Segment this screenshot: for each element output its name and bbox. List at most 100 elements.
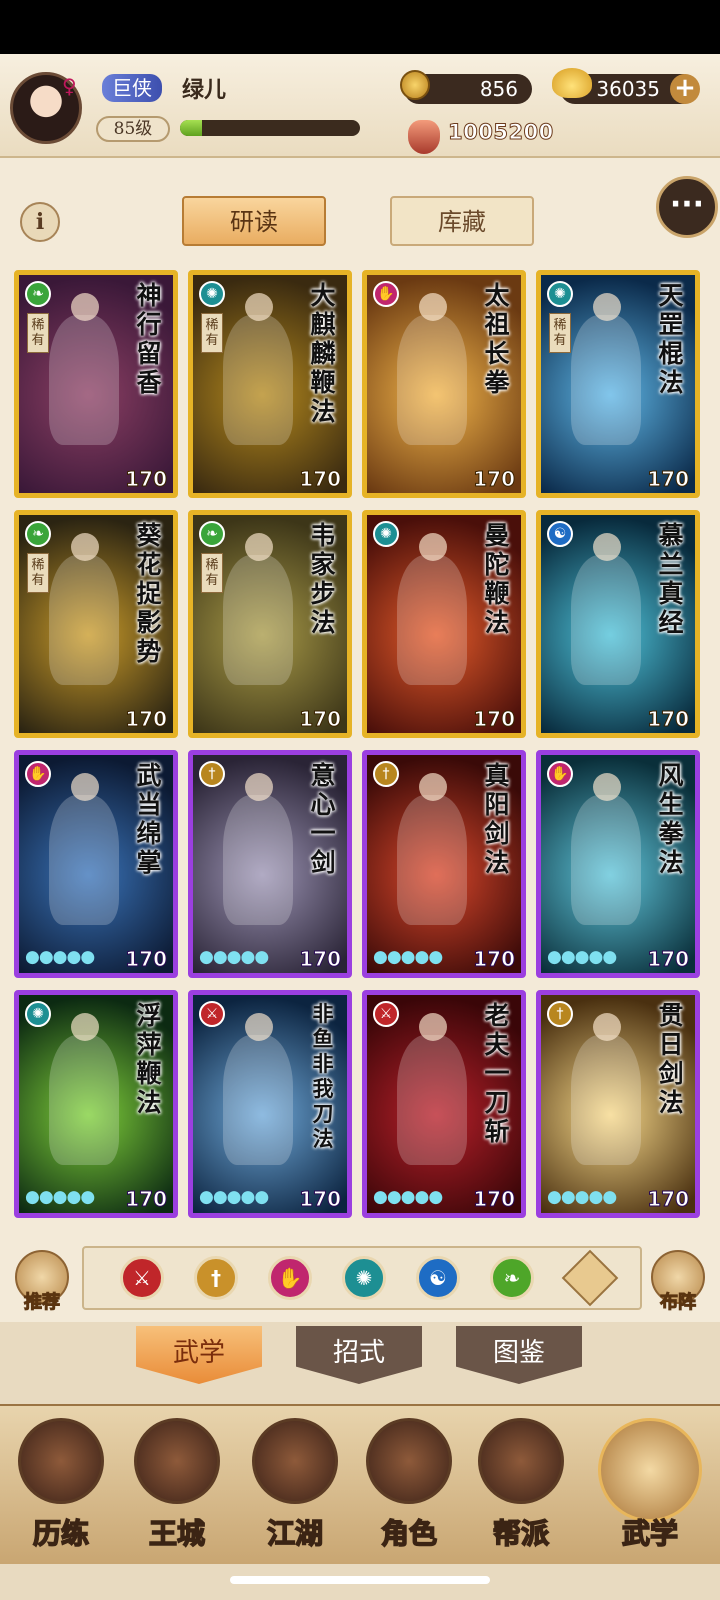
sect-icon: ☯ bbox=[547, 521, 573, 547]
star-rating-icon: ●●●●● bbox=[373, 1187, 443, 1207]
card-character-figure bbox=[49, 293, 119, 445]
nav-label: 江湖 bbox=[266, 1516, 324, 1551]
rare-tag: 稀有 bbox=[27, 313, 49, 353]
skill-card[interactable]: ⚔ 非鱼非我刀法 ●●●●● 170 bbox=[188, 990, 352, 1218]
tab-study[interactable]: 研读 bbox=[182, 196, 326, 246]
nav-jianghu[interactable]: 江湖 bbox=[240, 1418, 350, 1558]
jianghu-icon bbox=[252, 1418, 338, 1504]
card-level: 170 bbox=[125, 707, 168, 732]
sect-icon: ✋ bbox=[547, 761, 573, 787]
power-icon bbox=[408, 120, 440, 154]
star-rating-icon: ●●●●● bbox=[547, 1187, 617, 1207]
card-level: 170 bbox=[473, 707, 516, 732]
rare-tag: 稀有 bbox=[201, 553, 223, 593]
rare-tag: 稀有 bbox=[27, 553, 49, 593]
card-level: 170 bbox=[473, 1187, 516, 1212]
player-level: 85级 bbox=[96, 116, 170, 142]
skill-card[interactable]: † 意心一剑 ●●●●● 170 bbox=[188, 750, 352, 978]
skill-card[interactable]: ✋ 武当绵掌 ●●●●● 170 bbox=[14, 750, 178, 978]
fan-sect-icon[interactable]: ✺ bbox=[342, 1256, 386, 1300]
rank-badge: 巨侠 bbox=[102, 74, 162, 102]
sect-icon: ⚔ bbox=[199, 1001, 225, 1027]
card-level: 170 bbox=[647, 947, 690, 972]
skill-card[interactable]: † 真阳剑法 ●●●●● 170 bbox=[362, 750, 526, 978]
combat-power: 1005200 bbox=[448, 120, 554, 145]
recommend-button[interactable]: 推荐 bbox=[12, 1250, 72, 1320]
fist-sect-icon[interactable]: ✋ bbox=[268, 1256, 312, 1300]
nav-label: 帮派 bbox=[492, 1516, 550, 1551]
nav-training[interactable]: 历练 bbox=[6, 1418, 116, 1558]
player-header: ♀ 巨侠 绿儿 85级 856 36035 + 1005200 bbox=[0, 54, 720, 158]
sect-icon: ❧ bbox=[199, 521, 225, 547]
card-level: 170 bbox=[125, 947, 168, 972]
blade-sect-icon[interactable]: † bbox=[194, 1256, 238, 1300]
skill-card[interactable]: ✺ 浮萍鞭法 ●●●●● 170 bbox=[14, 990, 178, 1218]
card-name: 风生拳法 bbox=[658, 761, 684, 877]
card-character-figure bbox=[223, 1013, 293, 1165]
card-name: 曼陀鞭法 bbox=[484, 521, 510, 637]
scroll-icon bbox=[598, 1418, 702, 1522]
sect-icon: † bbox=[547, 1001, 573, 1027]
skill-card[interactable]: ❧ 稀有 神行留香 170 bbox=[14, 270, 178, 498]
card-name: 太祖长拳 bbox=[484, 281, 510, 397]
exp-fill bbox=[180, 120, 202, 136]
info-button[interactable]: i bbox=[20, 202, 60, 242]
skill-card[interactable]: ❧ 稀有 葵花捉影势 170 bbox=[14, 510, 178, 738]
chat-button[interactable]: ··· bbox=[656, 176, 718, 238]
taiji-sect-icon[interactable]: ☯ bbox=[416, 1256, 460, 1300]
card-level: 170 bbox=[299, 707, 342, 732]
card-level: 170 bbox=[125, 467, 168, 492]
star-rating-icon: ●●●●● bbox=[373, 947, 443, 967]
status-bar bbox=[0, 0, 720, 54]
tab-storage[interactable]: 库藏 bbox=[390, 196, 534, 246]
exp-bar bbox=[180, 120, 360, 136]
leg-sect-icon[interactable]: ❧ bbox=[490, 1256, 534, 1300]
card-name: 武当绵掌 bbox=[136, 761, 162, 877]
nav-label: 角色 bbox=[380, 1516, 438, 1551]
nav-guild[interactable]: 帮派 bbox=[466, 1418, 576, 1558]
card-name: 浮萍鞭法 bbox=[136, 1001, 162, 1117]
guild-icon bbox=[478, 1418, 564, 1504]
sword-sect-icon[interactable]: ⚔ bbox=[120, 1256, 164, 1300]
coin-icon bbox=[400, 70, 430, 100]
card-character-figure bbox=[397, 533, 467, 685]
card-character-figure bbox=[571, 773, 641, 925]
skill-card[interactable]: ⚔ 老夫一刀斩 ●●●●● 170 bbox=[362, 990, 526, 1218]
nav-label: 武学 bbox=[621, 1516, 679, 1551]
skill-card[interactable]: † 贯日剑法 ●●●●● 170 bbox=[536, 990, 700, 1218]
sect-icon: ❧ bbox=[25, 281, 51, 307]
card-level: 170 bbox=[299, 467, 342, 492]
formation-button[interactable]: 布阵 bbox=[648, 1250, 708, 1320]
formation-label: 布阵 bbox=[660, 1292, 697, 1314]
skill-card[interactable]: ✋ 风生拳法 ●●●●● 170 bbox=[536, 750, 700, 978]
skill-card[interactable]: ✺ 曼陀鞭法 170 bbox=[362, 510, 526, 738]
card-name: 神行留香 bbox=[136, 281, 162, 397]
card-name: 意心一剑 bbox=[310, 761, 336, 877]
nav-martial-arts[interactable]: 武学 bbox=[594, 1418, 706, 1558]
star-rating-icon: ●●●●● bbox=[199, 1187, 269, 1207]
skill-card[interactable]: ✺ 稀有 大麒麟鞭法 170 bbox=[188, 270, 352, 498]
star-rating-icon: ●●●●● bbox=[25, 1187, 95, 1207]
card-character-figure bbox=[571, 1013, 641, 1165]
home-indicator[interactable] bbox=[230, 1576, 490, 1584]
card-name: 真阳剑法 bbox=[484, 761, 510, 877]
sect-icon: ✺ bbox=[547, 281, 573, 307]
card-level: 170 bbox=[473, 467, 516, 492]
card-level: 170 bbox=[647, 707, 690, 732]
card-character-figure bbox=[397, 1013, 467, 1165]
card-name: 贯日剑法 bbox=[658, 1001, 684, 1117]
add-gold-button[interactable]: + bbox=[670, 74, 700, 104]
card-character-figure bbox=[223, 293, 293, 445]
sect-icon: ✺ bbox=[25, 1001, 51, 1027]
card-character-figure bbox=[49, 773, 119, 925]
card-level: 170 bbox=[125, 1187, 168, 1212]
nav-character[interactable]: 角色 bbox=[354, 1418, 464, 1558]
skill-card-grid: ❧ 稀有 神行留香 170 ✺ 稀有 大麒麟鞭法 170 ✋ 太祖长拳 170 ✺ 稀有 天罡棍法 170 ❧… bbox=[14, 270, 706, 1226]
skill-card[interactable]: ✋ 太祖长拳 170 bbox=[362, 270, 526, 498]
skill-card[interactable]: ✺ 稀有 天罡棍法 170 bbox=[536, 270, 700, 498]
card-character-figure bbox=[49, 1013, 119, 1165]
rare-tag: 稀有 bbox=[549, 313, 571, 353]
skill-card[interactable]: ☯ 慕兰真经 170 bbox=[536, 510, 700, 738]
nav-royal-city[interactable]: 王城 bbox=[122, 1418, 232, 1558]
skill-card[interactable]: ❧ 稀有 韦家步法 170 bbox=[188, 510, 352, 738]
